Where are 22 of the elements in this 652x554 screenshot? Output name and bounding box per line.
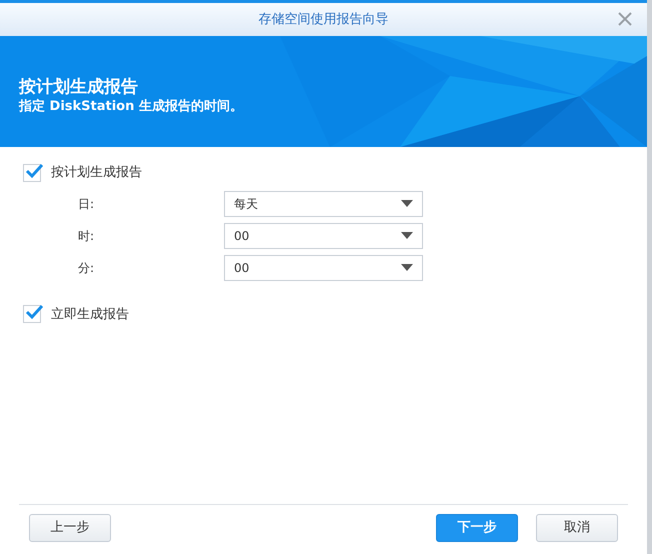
cancel-button[interactable]: 取消 (536, 514, 618, 542)
dropdown[interactable]: 00 (224, 254, 423, 280)
field-label: 日: (77, 196, 96, 212)
caret-icon (401, 200, 413, 207)
dropdown[interactable]: 00 (224, 222, 423, 248)
close-button[interactable] (617, 11, 633, 27)
close-icon (617, 11, 633, 27)
caret-icon (401, 232, 413, 239)
field-label: 时: (77, 228, 96, 244)
caret-icon (401, 264, 413, 271)
dropdown[interactable]: 每天 (224, 190, 423, 216)
checkmark-icon (25, 304, 43, 320)
back-button[interactable]: 上一步 (29, 514, 111, 542)
checkmark-icon (25, 162, 43, 179)
field-label: 分: (77, 260, 96, 276)
header-subtitle: 指定 DiskStation 生成报告的时间。 (19, 98, 244, 116)
header-title: 按计划生成报告 (19, 76, 139, 98)
checkbox-label: 立即生成报告 (51, 306, 129, 324)
checkbox[interactable] (23, 305, 41, 324)
window-title: 存储空间使用报告向导 (258, 10, 388, 29)
checkbox[interactable] (23, 164, 41, 182)
checkbox-label: 按计划生成报告 (51, 164, 142, 182)
